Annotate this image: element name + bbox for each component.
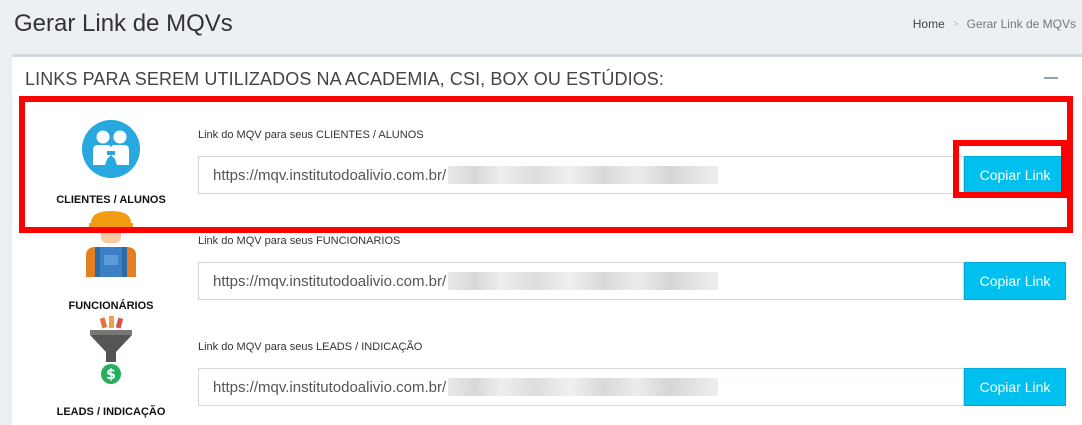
link-label: Link do MQV para seus CLIENTES / ALUNOS	[198, 129, 424, 141]
link-row-clientes: CLIENTES / ALUNOS Link do MQV para seus …	[12, 101, 1082, 207]
category-icon-wrapper: $ LEADS / INDICAÇÃO	[30, 313, 192, 419]
url-text: https://mqv.institutodoalivio.com.br/	[213, 166, 447, 184]
url-field[interactable]: https://mqv.institutodoalivio.com.br/	[198, 368, 964, 406]
copy-link-button[interactable]: Copiar Link	[964, 262, 1066, 300]
link-row-funcionarios: FUNCIONÁRIOS Link do MQV para seus FUNCI…	[12, 207, 1082, 313]
link-label: Link do MQV para seus FUNCIONARIOS	[198, 235, 401, 247]
blurred-url-token	[448, 378, 719, 396]
category-icon-wrapper: CLIENTES / ALUNOS	[30, 101, 192, 207]
breadcrumb-separator: >	[952, 18, 959, 30]
clients-icon	[82, 120, 140, 178]
link-label: Link do MQV para seus LEADS / INDICAÇÃO	[198, 341, 423, 353]
minus-icon[interactable]	[1044, 77, 1058, 79]
box-header: LINKS PARA SEREM UTILIZADOS NA ACADEMIA,…	[12, 57, 1082, 101]
url-text: https://mqv.institutodoalivio.com.br/	[213, 378, 447, 396]
url-field[interactable]: https://mqv.institutodoalivio.com.br/	[198, 262, 964, 300]
copy-link-button[interactable]: Copiar Link	[964, 368, 1066, 406]
url-text: https://mqv.institutodoalivio.com.br/	[213, 272, 447, 290]
breadcrumb-home-link[interactable]: Home	[913, 17, 945, 31]
breadcrumb-current: Gerar Link de MQVs	[966, 17, 1076, 31]
copy-link-button[interactable]: Copiar Link	[964, 156, 1066, 194]
category-label: FUNCIONÁRIOS	[68, 300, 154, 312]
svg-text:$: $	[106, 367, 116, 383]
category-icon-wrapper: FUNCIONÁRIOS	[30, 207, 192, 313]
breadcrumb: Home > Gerar Link de MQVs	[913, 17, 1076, 31]
category-label: CLIENTES / ALUNOS	[56, 194, 166, 206]
worker-icon	[86, 211, 136, 277]
category-label: LEADS / INDICAÇÃO	[56, 406, 166, 418]
links-box: LINKS PARA SEREM UTILIZADOS NA ACADEMIA,…	[12, 54, 1082, 425]
link-row-leads: $ LEADS / INDICAÇÃO Link do MQV para seu…	[12, 313, 1082, 419]
box-title: LINKS PARA SEREM UTILIZADOS NA ACADEMIA,…	[25, 69, 665, 89]
blurred-url-token	[448, 166, 719, 184]
url-field[interactable]: https://mqv.institutodoalivio.com.br/	[198, 156, 964, 194]
funnel-money-icon: $	[90, 316, 132, 384]
page-title: Gerar Link de MQVs	[14, 10, 233, 37]
blurred-url-token	[448, 272, 719, 290]
